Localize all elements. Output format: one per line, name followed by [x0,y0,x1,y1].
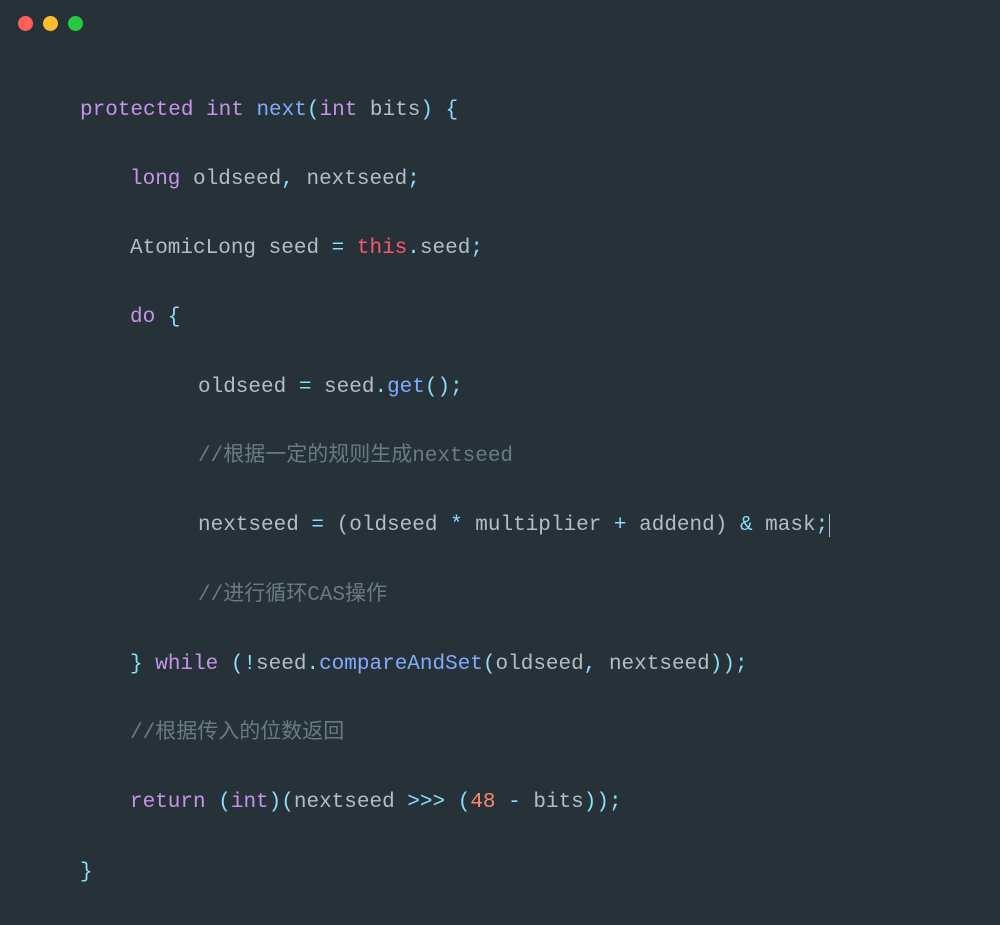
text-caret [829,514,830,537]
code-line: } [80,856,1000,891]
minimize-icon[interactable] [43,16,58,31]
punct: ( [483,653,496,676]
type: int [319,99,357,122]
param: bits [357,99,420,122]
code-editor[interactable]: protected int next(int bits) { long olds… [0,39,1000,925]
punct: (); [425,376,463,399]
class-name: AtomicLong [130,237,256,260]
code-line: } while (!seed.compareAndSet(oldseed, ne… [80,648,1000,683]
code-line: protected int next(int bits) { [80,94,1000,129]
method: get [387,376,425,399]
punct: } [80,861,93,884]
punct: = [332,237,345,260]
punct: ) [420,99,433,122]
var: multiplier [463,514,614,537]
comment: //根据一定的规则生成nextseed [198,445,513,468]
punct: ; [407,168,420,191]
punct: )); [710,653,748,676]
var: oldseed [180,168,281,191]
comment: //根据传入的位数返回 [130,722,344,745]
type: int [231,791,269,814]
punct: . [306,653,319,676]
arg: oldseed [496,653,584,676]
code-line: //根据一定的规则生成nextseed [80,440,1000,475]
code-line: long oldseed, nextseed; [80,163,1000,198]
punct: ( [206,791,231,814]
function-name: next [256,99,306,122]
space [143,653,156,676]
var: addend) [627,514,740,537]
comment: //进行循环CAS操作 [198,584,387,607]
keyword: return [130,791,206,814]
var: seed [311,376,374,399]
var: bits [521,791,584,814]
close-icon[interactable] [18,16,33,31]
punct: { [433,99,458,122]
operator: >>> [407,791,445,814]
var: mask [753,514,816,537]
prop: seed [420,237,470,260]
keyword: protected [80,99,193,122]
punct: (! [218,653,256,676]
punct: ( [445,791,470,814]
punct: ; [816,514,829,537]
punct: , [584,653,597,676]
code-line: nextseed = (oldseed * multiplier + adden… [80,509,1000,544]
punct: , [281,168,294,191]
operator: * [450,514,463,537]
type: long [130,168,180,191]
this-keyword: this [344,237,407,260]
code-line: oldseed = seed.get(); [80,371,1000,406]
punct: } [130,653,143,676]
keyword: while [155,653,218,676]
code-line: do { [80,301,1000,336]
arg: nextseed [596,653,709,676]
space [155,306,168,329]
number: 48 [470,791,495,814]
type: int [206,99,244,122]
var: nextseed [294,791,407,814]
var: (oldseed [324,514,450,537]
operator: + [614,514,627,537]
method: compareAndSet [319,653,483,676]
punct: )( [269,791,294,814]
punct: { [168,306,181,329]
punct: = [299,376,312,399]
punct: ; [470,237,483,260]
punct: . [407,237,420,260]
operator: - [496,791,521,814]
var: seed [256,237,332,260]
code-line: //根据传入的位数返回 [80,717,1000,752]
var: nextseed [198,514,311,537]
code-line: AtomicLong seed = this.seed; [80,232,1000,267]
punct: = [311,514,324,537]
var: oldseed [198,376,299,399]
maximize-icon[interactable] [68,16,83,31]
punct: )); [584,791,622,814]
punct: ( [307,99,320,122]
operator: & [740,514,753,537]
code-line: return (int)(nextseed >>> (48 - bits)); [80,786,1000,821]
punct: . [374,376,387,399]
var: seed [256,653,306,676]
window-titlebar [0,0,1000,39]
keyword: do [130,306,155,329]
var: nextseed [294,168,407,191]
code-line: //进行循环CAS操作 [80,579,1000,614]
